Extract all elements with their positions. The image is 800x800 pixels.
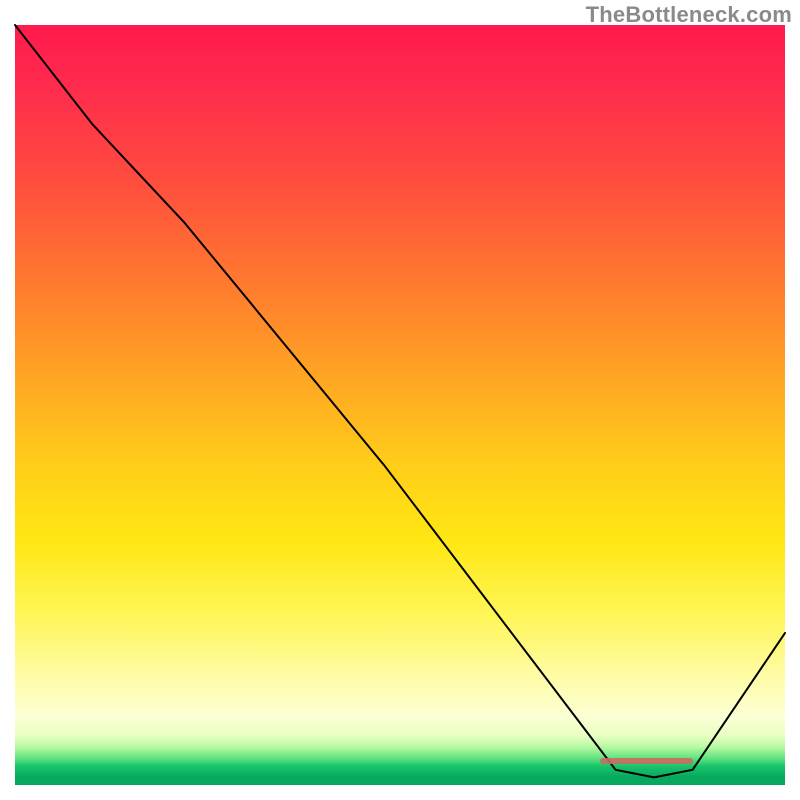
optimal-range-marker	[600, 758, 692, 764]
chart-container: TheBottleneck.com	[0, 0, 800, 800]
watermark-text: TheBottleneck.com	[586, 2, 792, 28]
plot-area	[15, 25, 785, 785]
bottleneck-curve	[15, 25, 785, 785]
